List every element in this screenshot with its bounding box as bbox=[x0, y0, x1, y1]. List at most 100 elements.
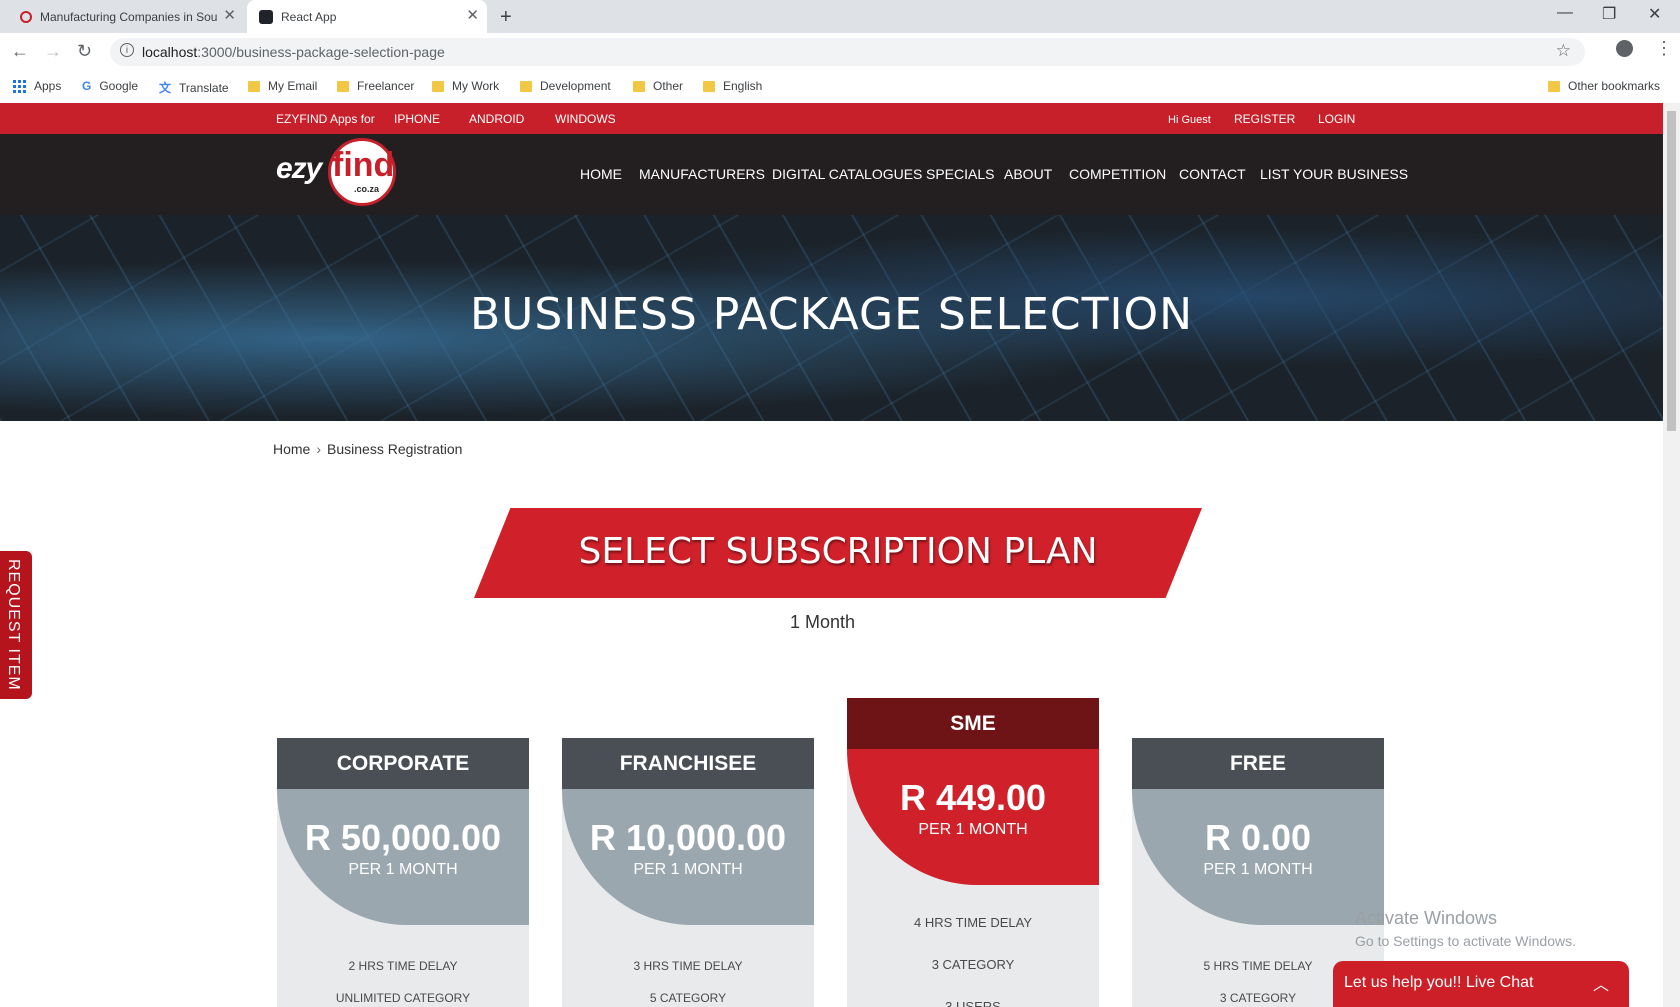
top-strip: EZYFIND Apps for IPHONE ANDROID WINDOWS … bbox=[0, 103, 1663, 134]
new-tab-button[interactable]: + bbox=[500, 6, 512, 29]
tab-title: React App bbox=[281, 9, 337, 24]
plan-features: 3 HRS TIME DELAY 5 CATEGORY bbox=[562, 959, 814, 1007]
close-tab-icon[interactable]: ✕ bbox=[466, 8, 479, 23]
plan-name: CORPORATE bbox=[277, 738, 529, 789]
tab-manufacturing[interactable]: Manufacturing Companies in Sou ✕ bbox=[0, 0, 244, 33]
tab-react-app[interactable]: React App ✕ bbox=[247, 0, 487, 33]
plan-feature: 4 HRS TIME DELAY bbox=[914, 915, 1032, 930]
plan-feature: 2 HRS TIME DELAY bbox=[348, 959, 458, 973]
plan-price: R 449.00 bbox=[899, 777, 1047, 818]
plan-name: FREE bbox=[1132, 738, 1384, 789]
ezyfind-logo[interactable]: find .co.za ezy bbox=[276, 138, 400, 210]
logo-find-text: find bbox=[332, 146, 395, 184]
request-item-label: REQUEST ITEM bbox=[5, 559, 22, 691]
plan-feature: UNLIMITED CATEGORY bbox=[335, 991, 471, 1005]
apps-for-label: EZYFIND Apps for bbox=[276, 112, 375, 126]
translate-icon: 文 bbox=[159, 81, 172, 95]
plan-card-sme[interactable]: SME R 449.00 PER 1 MONTH 4 HRS TIME DELA… bbox=[847, 698, 1099, 1007]
plan-price-panel: R 10,000.00 PER 1 MONTH bbox=[562, 789, 814, 925]
google-icon: G bbox=[82, 79, 92, 93]
folder-icon bbox=[337, 80, 349, 92]
bookmark-development[interactable]: Development bbox=[520, 79, 611, 93]
windows-link[interactable]: WINDOWS bbox=[555, 112, 616, 126]
chevron-right-icon: › bbox=[316, 441, 322, 457]
close-window-icon[interactable]: ✕ bbox=[1648, 4, 1661, 24]
live-chat-button[interactable]: Let us help you!! Live Chat ︿ bbox=[1333, 961, 1629, 1007]
bookmark-other-bookmarks[interactable]: Other bookmarks bbox=[1548, 79, 1660, 93]
plan-price-panel: R 50,000.00 PER 1 MONTH bbox=[277, 789, 529, 925]
nav-about[interactable]: ABOUT bbox=[1004, 166, 1052, 182]
plan-period: PER 1 MONTH bbox=[633, 861, 743, 878]
breadcrumb-home[interactable]: Home bbox=[273, 441, 310, 457]
subscription-banner-title: SELECT SUBSCRIPTION PLAN bbox=[578, 531, 1098, 572]
restore-icon[interactable]: ❐ bbox=[1602, 4, 1616, 24]
page-title: BUSINESS PACKAGE SELECTION bbox=[469, 289, 1194, 340]
nav-specials[interactable]: SPECIALS bbox=[926, 166, 994, 182]
back-icon[interactable]: ← bbox=[11, 41, 29, 62]
tab-title: Manufacturing Companies in Sou bbox=[40, 9, 218, 24]
folder-icon bbox=[248, 80, 260, 92]
main-navbar: find .co.za ezy HOME MANUFACTURERS DIGIT… bbox=[0, 134, 1663, 215]
greeting: Hi Guest bbox=[1168, 114, 1211, 126]
folder-icon bbox=[432, 80, 444, 92]
iphone-link[interactable]: IPHONE bbox=[394, 112, 440, 126]
bookmark-english[interactable]: English bbox=[703, 79, 762, 93]
url-input[interactable]: i localhost:3000/business-package-select… bbox=[110, 38, 1585, 66]
live-chat-label: Let us help you!! Live Chat bbox=[1344, 974, 1534, 991]
nav-competition[interactable]: COMPETITION bbox=[1069, 166, 1166, 182]
chevron-up-icon: ︿ bbox=[1592, 977, 1609, 994]
scrollbar-thumb[interactable] bbox=[1667, 111, 1676, 431]
bookmark-apps[interactable]: Apps bbox=[13, 79, 61, 93]
folder-icon bbox=[703, 80, 715, 92]
bookmark-my-work[interactable]: My Work bbox=[432, 79, 499, 93]
folder-icon bbox=[633, 80, 645, 92]
plan-card-franchisee[interactable]: FRANCHISEE R 10,000.00 PER 1 MONTH 3 HRS… bbox=[562, 738, 814, 1007]
breadcrumb: Home › Business Registration bbox=[273, 441, 462, 457]
bookmarks-bar: Apps G Google 文 Translate My Email Freel… bbox=[0, 71, 1680, 104]
url-text: localhost:3000/business-package-selectio… bbox=[142, 44, 445, 60]
bookmark-my-email[interactable]: My Email bbox=[248, 79, 317, 93]
minimize-icon[interactable]: — bbox=[1557, 4, 1573, 22]
nav-manufacturers[interactable]: MANUFACTURERS bbox=[639, 166, 765, 182]
android-link[interactable]: ANDROID bbox=[469, 112, 524, 126]
logo-coza-text: .co.za bbox=[354, 184, 380, 194]
plan-period: PER 1 MONTH bbox=[1203, 861, 1313, 878]
menu-kebab-icon[interactable]: ⋮ bbox=[1655, 38, 1673, 59]
page-viewport: EZYFIND Apps for IPHONE ANDROID WINDOWS … bbox=[0, 103, 1663, 1007]
nav-digital-catalogues[interactable]: DIGITAL CATALOGUES bbox=[772, 166, 922, 182]
site-info-icon[interactable]: i bbox=[120, 43, 134, 57]
reload-icon[interactable]: ↻ bbox=[77, 41, 92, 62]
plan-card-corporate[interactable]: CORPORATE R 50,000.00 PER 1 MONTH 2 HRS … bbox=[277, 738, 529, 1007]
nav-home[interactable]: HOME bbox=[580, 166, 622, 182]
nav-contact[interactable]: CONTACT bbox=[1179, 166, 1246, 182]
bookmark-star-icon[interactable]: ☆ bbox=[1556, 41, 1571, 61]
plan-period: PER 1 MONTH bbox=[348, 861, 458, 878]
nav-list-your-business[interactable]: LIST YOUR BUSINESS bbox=[1260, 166, 1408, 182]
plan-feature: 5 CATEGORY bbox=[649, 991, 727, 1005]
plan-feature: 3 USERS bbox=[945, 999, 1001, 1007]
register-link[interactable]: REGISTER bbox=[1234, 112, 1295, 126]
logo-ezy-text: ezy bbox=[276, 152, 322, 185]
close-tab-icon[interactable]: ✕ bbox=[223, 8, 236, 23]
plan-price: R 10,000.00 bbox=[589, 817, 787, 858]
address-bar: ← → ↻ i localhost:3000/business-package-… bbox=[0, 33, 1680, 71]
plan-features: 2 HRS TIME DELAY UNLIMITED CATEGORY bbox=[277, 959, 529, 1007]
plan-feature: 3 CATEGORY bbox=[931, 957, 1015, 972]
browser-tab-bar: Manufacturing Companies in Sou ✕ React A… bbox=[0, 0, 1680, 33]
activate-windows-title: Activate Windows bbox=[1355, 908, 1498, 928]
login-link[interactable]: LOGIN bbox=[1318, 112, 1355, 126]
profile-icon[interactable] bbox=[1616, 40, 1633, 57]
plan-price: R 0.00 bbox=[1204, 817, 1312, 858]
bookmark-other[interactable]: Other bbox=[633, 79, 683, 93]
forward-icon[interactable]: → bbox=[44, 41, 62, 62]
bookmark-freelancer[interactable]: Freelancer bbox=[337, 79, 414, 93]
folder-icon bbox=[520, 80, 532, 92]
page-scrollbar[interactable] bbox=[1663, 103, 1680, 1007]
plan-price: R 50,000.00 bbox=[304, 817, 502, 858]
request-item-tab[interactable]: REQUEST ITEM bbox=[0, 551, 32, 699]
bookmark-translate[interactable]: 文 Translate bbox=[159, 79, 229, 96]
plan-feature: 3 HRS TIME DELAY bbox=[633, 959, 743, 973]
plan-price-panel: R 449.00 PER 1 MONTH bbox=[847, 749, 1099, 885]
bookmark-google[interactable]: G Google bbox=[82, 79, 138, 93]
plan-period: PER 1 MONTH bbox=[918, 821, 1028, 838]
